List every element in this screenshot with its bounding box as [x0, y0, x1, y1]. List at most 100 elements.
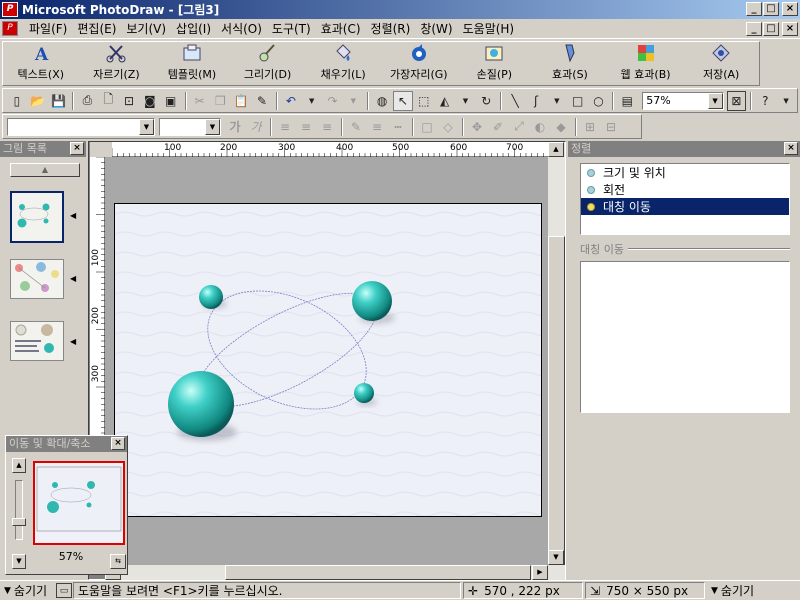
menu-view[interactable]: 보기(V) [121, 20, 171, 37]
pan-zoom-close-button[interactable]: × [111, 437, 125, 450]
picture-list-close-button[interactable]: × [70, 142, 84, 155]
font-dropdown-icon[interactable]: ▼ [139, 118, 154, 135]
menu-arrange[interactable]: 정렬(R) [366, 20, 416, 37]
redo-dropdown-icon[interactable]: ▼ [343, 91, 363, 111]
picture-list-icon[interactable]: ▤ [617, 91, 637, 111]
vertical-scrollbar[interactable]: ▲ ▼ [548, 142, 565, 576]
picture-canvas[interactable] [114, 203, 542, 517]
hyperlink-icon[interactable]: ◍ [372, 91, 392, 111]
tag-icon[interactable]: ◆ [551, 117, 571, 137]
group-icon[interactable]: ⊞ [580, 117, 600, 137]
freeform-icon[interactable]: ◇ [438, 117, 458, 137]
scroll-right-button[interactable]: ▶ [532, 565, 548, 580]
picture-list-toggle-icon[interactable]: ▭ [56, 583, 72, 598]
cut-icon[interactable]: ✂ [190, 91, 210, 111]
new-icon[interactable]: ▯ [7, 91, 27, 111]
fill-button[interactable]: 채우기(L) [305, 42, 381, 85]
dash-style-icon[interactable]: ┅ [388, 117, 408, 137]
vertical-scroll-thumb[interactable] [548, 236, 565, 576]
pan-zoom-fit-button[interactable]: ⇆ [110, 554, 126, 569]
arrange-option-size-position[interactable]: 크기 및 위치 [581, 164, 789, 181]
camera-icon[interactable]: ◙ [140, 91, 160, 111]
web-effects-button[interactable]: 웹 효과(B) [608, 42, 684, 85]
zoom-slider-track[interactable] [15, 480, 23, 540]
size-dropdown-icon[interactable]: ▼ [205, 118, 220, 135]
line-icon[interactable]: ╲ [505, 91, 525, 111]
doc-minimize-button[interactable]: _ [746, 22, 762, 36]
scroll-up-button[interactable]: ▲ [548, 142, 564, 157]
menu-format[interactable]: 서식(O) [216, 20, 267, 37]
paste-icon[interactable]: 📋 [231, 91, 251, 111]
menu-effects[interactable]: 효과(C) [316, 20, 366, 37]
visual-open-icon[interactable]: ▣ [161, 91, 181, 111]
zoom-slider-thumb[interactable] [12, 518, 26, 526]
shadow-icon[interactable]: ◐ [530, 117, 550, 137]
print-preview-icon[interactable]: 🗋 [98, 91, 118, 111]
horizontal-ruler[interactable]: 100 200 300 400 500 600 700 [111, 142, 548, 157]
line-color-icon[interactable]: ✎ [346, 117, 366, 137]
pointer-icon[interactable]: ↖ [393, 90, 413, 111]
help-dropdown-icon[interactable]: ▼ [776, 91, 796, 111]
arrange-option-rotate[interactable]: 회전 [581, 181, 789, 198]
photodraw-app-icon[interactable]: P [2, 2, 18, 17]
open-icon[interactable]: 📂 [28, 91, 48, 111]
shape-icon[interactable]: □ [417, 117, 437, 137]
picture-thumbnail-2[interactable] [10, 259, 64, 299]
pan-zoom-preview[interactable] [33, 461, 125, 545]
select-region-icon[interactable]: ⬚ [414, 91, 434, 111]
picture-thumbnail-1[interactable] [10, 191, 64, 243]
zoom-in-button[interactable]: ▲ [12, 458, 26, 473]
picture-list-scroll-up-button[interactable]: ▲ [10, 163, 80, 177]
effects-button[interactable]: 효과(S) [532, 42, 608, 85]
undo-dropdown-icon[interactable]: ▼ [302, 91, 322, 111]
redo-icon[interactable]: ↷ [323, 91, 343, 111]
text-button[interactable]: A 텍스트(X) [3, 42, 79, 85]
menu-tools[interactable]: 도구(T) [267, 20, 316, 37]
minimize-button[interactable]: _ [746, 2, 762, 16]
picture-thumbnail-3[interactable] [10, 321, 64, 361]
transform-icon[interactable]: ⤢ [509, 117, 529, 137]
help-icon[interactable]: ? [755, 91, 775, 111]
crop-button[interactable]: 자르기(Z) [79, 42, 155, 85]
fill-bucket-icon[interactable]: ◭ [435, 91, 455, 111]
zoom-dropdown-icon[interactable]: ▼ [707, 92, 723, 109]
bold-icon[interactable]: 가 [225, 117, 245, 137]
ungroup-icon[interactable]: ⊟ [601, 117, 621, 137]
copy-icon[interactable]: ❐ [210, 91, 230, 111]
hide-workpane-button[interactable]: ▼ 숨기기 [707, 582, 779, 599]
zoom-out-button[interactable]: ▼ [12, 554, 26, 569]
doc-restore-button[interactable]: □ [763, 22, 779, 36]
curve-icon[interactable]: ʃ [526, 91, 546, 111]
edit-point-icon[interactable]: ✐ [488, 117, 508, 137]
hide-picture-list-button[interactable]: ▼ 숨기기 [0, 582, 54, 599]
edge-button[interactable]: 가장자리(G) [381, 42, 457, 85]
move-icon[interactable]: ✥ [467, 117, 487, 137]
horizontal-scroll-thumb[interactable] [225, 565, 531, 580]
doc-close-button[interactable]: × [782, 22, 798, 36]
italic-icon[interactable]: 가 [246, 117, 266, 137]
horizontal-scrollbar[interactable]: ◀ ▶ [105, 565, 565, 580]
undo-icon[interactable]: ↶ [281, 91, 301, 111]
rectangle-icon[interactable]: □ [568, 91, 588, 111]
arrange-option-flip[interactable]: 대칭 이동 [581, 198, 789, 215]
arrange-close-button[interactable]: × [784, 142, 798, 155]
align-center-icon[interactable]: ≡ [296, 117, 316, 137]
size-combo[interactable]: ▼ [159, 117, 221, 136]
curve-dropdown-icon[interactable]: ▼ [547, 91, 567, 111]
fill-dropdown-icon[interactable]: ▼ [456, 91, 476, 111]
zoom-fit-icon[interactable]: ⊠ [726, 90, 747, 111]
scroll-down-button[interactable]: ▼ [548, 550, 564, 565]
align-right-icon[interactable]: ≡ [317, 117, 337, 137]
save-file-icon[interactable]: 💾 [49, 91, 69, 111]
document-icon[interactable]: P [2, 21, 18, 36]
menu-file[interactable]: 파일(F) [24, 20, 72, 37]
templates-button[interactable]: 템플릿(M) [154, 42, 230, 85]
ellipse-icon[interactable]: ○ [589, 91, 609, 111]
line-style-icon[interactable]: ≡ [367, 117, 387, 137]
draw-button[interactable]: 그리기(D) [230, 42, 306, 85]
zoom-slider[interactable]: ▲ ▼ [12, 458, 26, 570]
save-wizard-button[interactable]: 저장(A) [683, 42, 759, 85]
font-combo[interactable]: ▼ [7, 117, 155, 136]
format-painter-icon[interactable]: ✎ [252, 91, 272, 111]
menu-window[interactable]: 창(W) [415, 20, 457, 37]
